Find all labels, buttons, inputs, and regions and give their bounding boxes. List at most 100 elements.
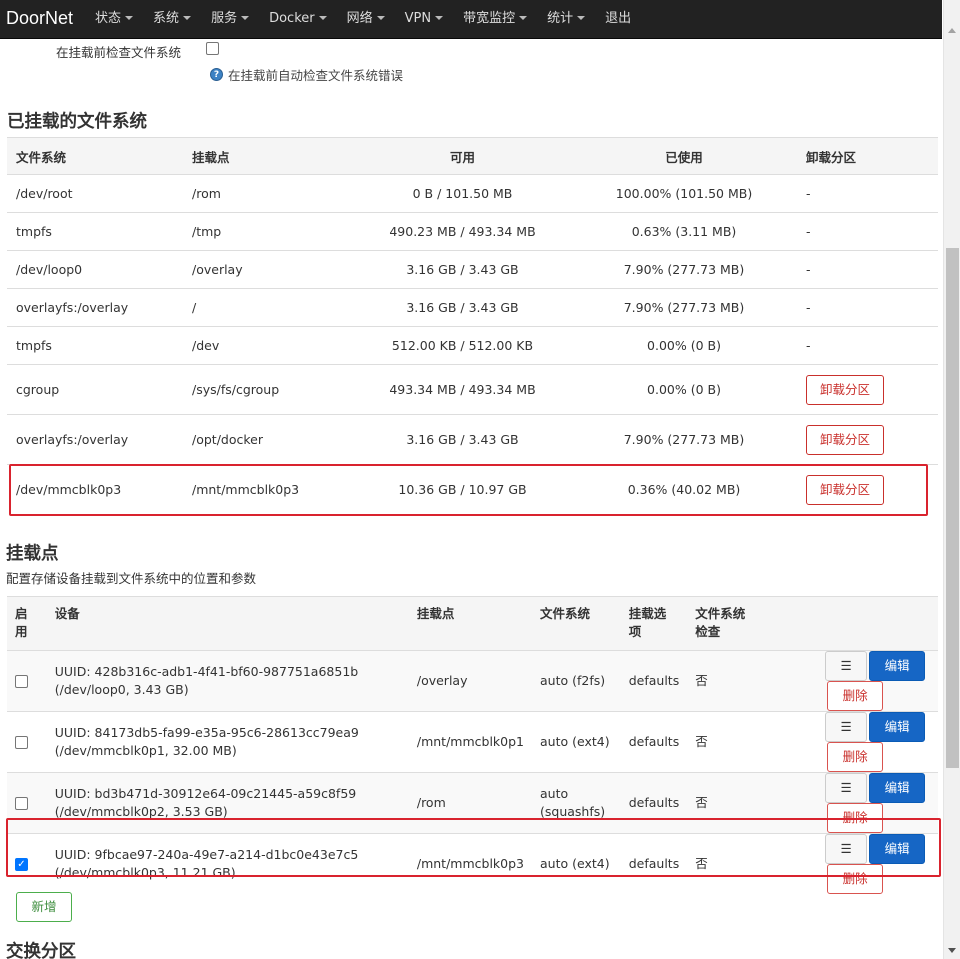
delete-button[interactable]: 删除 (827, 742, 884, 772)
table-row: UUID: 84173db5-fa99-e35a-95c6-28613cc79e… (7, 711, 938, 773)
cell-filesystem: /dev/loop0 (7, 250, 183, 289)
menu-docker[interactable]: Docker (259, 0, 337, 39)
vertical-scrollbar[interactable] (943, 0, 960, 959)
enable-checkbox[interactable] (15, 736, 28, 749)
cell-available: 490.23 MB / 493.34 MB (354, 212, 571, 251)
top-navbar: DoorNet 状态 系统 服务 Docker 网络 VPN 带宽监控 统计 退… (0, 0, 942, 39)
drag-sort-button[interactable]: ☰ (825, 773, 868, 803)
drag-sort-button[interactable]: ☰ (825, 712, 868, 742)
menu-services[interactable]: 服务 (201, 0, 259, 39)
chevron-down-icon (318, 16, 327, 20)
cell-unmount: 卸载分区 (797, 414, 938, 465)
fsck-option-label: 在挂载前检查文件系统 (56, 45, 182, 60)
mountpoints-description: 配置存储设备挂载到文件系统中的位置和参数 (6, 571, 257, 586)
unmount-button[interactable]: 卸载分区 (806, 424, 885, 455)
cell-mountpoint: /overlay (183, 250, 354, 289)
cell-used: 0.63% (3.11 MB) (571, 212, 797, 251)
table-row: overlayfs:/overlay /opt/docker 3.16 GB /… (7, 414, 938, 465)
menu-statistics[interactable]: 统计 (537, 0, 595, 39)
menu-vpn[interactable]: VPN (395, 0, 453, 39)
table-row: UUID: 428b316c-adb1-4f41-bf60-987751a685… (7, 650, 938, 712)
menu-system[interactable]: 系统 (143, 0, 201, 39)
table-row: overlayfs:/overlay / 3.16 GB / 3.43 GB 7… (7, 288, 938, 327)
table-row: tmpfs /dev 512.00 KB / 512.00 KB 0.00% (… (7, 326, 938, 365)
cell-mountpoint: /rom (183, 174, 354, 213)
cell-unmount: - (797, 250, 938, 289)
edit-button[interactable]: 编辑 (869, 651, 926, 681)
chevron-down-icon (376, 16, 385, 20)
cell-available: 3.16 GB / 3.43 GB (354, 250, 571, 289)
mounted-filesystems-table: 文件系统 挂载点 可用 已使用 卸载分区 /dev/root /rom 0 B … (7, 137, 938, 515)
mountpoints-title: 挂载点 (6, 544, 59, 564)
highlight-box (6, 818, 941, 877)
enable-checkbox[interactable] (15, 675, 28, 688)
table-row: tmpfs /tmp 490.23 MB / 493.34 MB 0.63% (… (7, 212, 938, 251)
mounted-filesystems-title: 已挂载的文件系统 (7, 112, 147, 132)
col-header-fs-check: 文件系统检查 (687, 596, 762, 651)
swap-title: 交换分区 (6, 942, 76, 959)
col-header-used: 已使用 (571, 137, 797, 175)
col-header-actions (761, 596, 938, 651)
cell-available: 493.34 MB / 493.34 MB (354, 364, 571, 415)
cell-mount-options: defaults (620, 711, 688, 773)
table-header-row: 启用 设备 挂载点 文件系统 挂载选项 文件系统检查 (7, 596, 938, 651)
delete-button[interactable]: 删除 (827, 681, 884, 711)
col-header-mountpoint: 挂载点 (183, 137, 354, 175)
cell-mountpoint: /opt/docker (183, 414, 354, 465)
enable-checkbox[interactable] (15, 797, 28, 810)
cell-mountpoint: /overlay (408, 650, 532, 712)
scroll-down-arrow-icon[interactable] (948, 948, 956, 953)
cell-mountpoint: / (183, 288, 354, 327)
chevron-down-icon (519, 16, 528, 20)
col-header-device: 设备 (46, 596, 409, 651)
col-header-unmount: 卸载分区 (797, 137, 938, 175)
unmount-button[interactable]: 卸载分区 (806, 374, 885, 405)
chevron-down-icon (241, 16, 250, 20)
cell-filesystem: auto (ext4) (532, 711, 621, 773)
edit-button[interactable]: 编辑 (869, 773, 926, 803)
scroll-up-arrow-icon[interactable] (948, 28, 956, 33)
cell-device: UUID: 84173db5-fa99-e35a-95c6-28613cc79e… (46, 711, 409, 773)
drag-sort-button[interactable]: ☰ (825, 651, 868, 681)
cell-mountpoint: /mnt/mmcblk0p1 (408, 711, 532, 773)
table-row: /dev/loop0 /overlay 3.16 GB / 3.43 GB 7.… (7, 250, 938, 289)
cell-device: UUID: 428b316c-adb1-4f41-bf60-987751a685… (46, 650, 409, 712)
cell-filesystem: tmpfs (7, 326, 183, 365)
cell-used: 7.90% (277.73 MB) (571, 288, 797, 327)
brand-logo[interactable]: DoorNet (0, 0, 85, 39)
cell-filesystem: cgroup (7, 364, 183, 415)
cell-available: 3.16 GB / 3.43 GB (354, 288, 571, 327)
col-header-filesystem: 文件系统 (7, 137, 183, 175)
cell-unmount: - (797, 174, 938, 213)
table-header-row: 文件系统 挂载点 可用 已使用 卸载分区 (7, 137, 938, 175)
cell-fs-check: 否 (687, 711, 762, 773)
cell-mountpoint: /tmp (183, 212, 354, 251)
menu-status[interactable]: 状态 (85, 0, 143, 39)
scroll-thumb[interactable] (946, 248, 959, 768)
cell-unmount: - (797, 326, 938, 365)
fsck-checkbox[interactable] (206, 42, 219, 55)
cell-mount-options: defaults (620, 650, 688, 712)
chevron-down-icon (183, 16, 192, 20)
cell-available: 512.00 KB / 512.00 KB (354, 326, 571, 365)
add-button[interactable]: 新增 (16, 892, 72, 922)
chevron-down-icon (435, 16, 444, 20)
cell-mountpoint: /dev (183, 326, 354, 365)
cell-used: 7.90% (277.73 MB) (571, 414, 797, 465)
edit-button[interactable]: 编辑 (869, 712, 926, 742)
fsck-hint: ? 在挂载前自动检查文件系统错误 (210, 65, 403, 84)
menu-logout[interactable]: 退出 (595, 0, 641, 39)
cell-unmount: - (797, 212, 938, 251)
cell-used: 7.90% (277.73 MB) (571, 250, 797, 289)
cell-actions: ☰ 编辑删除 (761, 711, 938, 773)
menu-network[interactable]: 网络 (337, 0, 395, 39)
cell-filesystem: tmpfs (7, 212, 183, 251)
col-header-mount-options: 挂载选项 (620, 596, 688, 651)
cell-used: 0.00% (0 B) (571, 364, 797, 415)
table-row: cgroup /sys/fs/cgroup 493.34 MB / 493.34… (7, 364, 938, 415)
cell-actions: ☰ 编辑删除 (761, 650, 938, 712)
cell-unmount: - (797, 288, 938, 327)
fsck-hint-text: 在挂载前自动检查文件系统错误 (228, 68, 404, 83)
menu-bandwidth[interactable]: 带宽监控 (453, 0, 537, 39)
cell-used: 100.00% (101.50 MB) (571, 174, 797, 213)
